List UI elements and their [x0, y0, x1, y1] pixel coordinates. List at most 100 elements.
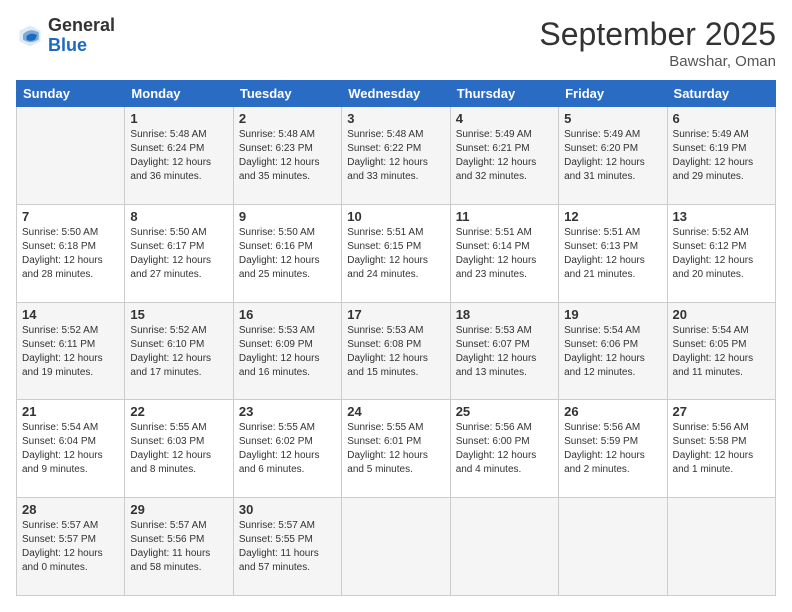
calendar-cell: 24Sunrise: 5:55 AM Sunset: 6:01 PM Dayli…	[342, 400, 450, 498]
day-number: 29	[130, 502, 227, 517]
day-number: 17	[347, 307, 444, 322]
cell-details: Sunrise: 5:55 AM Sunset: 6:01 PM Dayligh…	[347, 422, 428, 475]
day-number: 14	[22, 307, 119, 322]
cell-details: Sunrise: 5:53 AM Sunset: 6:07 PM Dayligh…	[456, 325, 537, 378]
cell-details: Sunrise: 5:50 AM Sunset: 6:17 PM Dayligh…	[130, 227, 211, 280]
logo-blue: Blue	[48, 35, 87, 55]
calendar-week-3: 14 Sunrise: 5:52 AM Sunset: 6:11 PM Dayli…	[17, 302, 776, 400]
calendar-week-1: 1 Sunrise: 5:48 AM Sunset: 6:24 PM Daylig…	[17, 107, 776, 205]
day-number: 27	[673, 404, 770, 419]
calendar-cell: 2Sunrise: 5:48 AM Sunset: 6:23 PM Daylig…	[233, 107, 341, 205]
day-number: 2	[239, 111, 336, 126]
calendar-cell: 3 Sunrise: 5:48 AM Sunset: 6:22 PM Daylig…	[342, 107, 450, 205]
cell-details: Sunrise: 5:54 AM Sunset: 6:06 PM Dayligh…	[564, 325, 645, 378]
calendar-cell: 8 Sunrise: 5:50 AM Sunset: 6:17 PM Daylig…	[125, 204, 233, 302]
logo: General Blue	[16, 16, 115, 56]
day-number: 9	[239, 209, 336, 224]
day-number: 20	[673, 307, 770, 322]
cell-details: Sunrise: 5:48 AM Sunset: 6:22 PM Dayligh…	[347, 129, 428, 182]
day-number: 28	[22, 502, 119, 517]
calendar-cell	[559, 498, 667, 596]
day-header-sunday: Sunday	[17, 81, 125, 107]
calendar-cell: 16Sunrise: 5:53 AM Sunset: 6:09 PM Dayli…	[233, 302, 341, 400]
location: Bawshar, Oman	[539, 53, 776, 70]
cell-details: Sunrise: 5:53 AM Sunset: 6:08 PM Dayligh…	[347, 325, 428, 378]
cell-details: Sunrise: 5:50 AM Sunset: 6:18 PM Dayligh…	[22, 227, 103, 280]
day-number: 11	[456, 209, 553, 224]
calendar-cell	[17, 107, 125, 205]
day-number: 3	[347, 111, 444, 126]
day-number: 7	[22, 209, 119, 224]
cell-details: Sunrise: 5:49 AM Sunset: 6:21 PM Dayligh…	[456, 129, 537, 182]
day-header-tuesday: Tuesday	[233, 81, 341, 107]
calendar-cell: 26 Sunrise: 5:56 AM Sunset: 5:59 PM Dayli…	[559, 400, 667, 498]
day-number: 22	[130, 404, 227, 419]
calendar-cell: 4 Sunrise: 5:49 AM Sunset: 6:21 PM Daylig…	[450, 107, 558, 205]
cell-details: Sunrise: 5:52 AM Sunset: 6:11 PM Dayligh…	[22, 325, 103, 378]
cell-details: Sunrise: 5:57 AM Sunset: 5:56 PM Dayligh…	[130, 520, 210, 573]
calendar-cell: 30 Sunrise: 5:57 AM Sunset: 5:55 PM Dayli…	[233, 498, 341, 596]
cell-details: Sunrise: 5:52 AM Sunset: 6:12 PM Dayligh…	[673, 227, 754, 280]
cell-details: Sunrise: 5:51 AM Sunset: 6:15 PM Dayligh…	[347, 227, 428, 280]
cell-details: Sunrise: 5:54 AM Sunset: 6:04 PM Dayligh…	[22, 422, 103, 475]
cell-details: Sunrise: 5:48 AM Sunset: 6:24 PM Dayligh…	[130, 129, 211, 182]
month-title: September 2025	[539, 16, 776, 53]
calendar-cell: 23 Sunrise: 5:55 AM Sunset: 6:02 PM Dayli…	[233, 400, 341, 498]
calendar-cell: 27 Sunrise: 5:56 AM Sunset: 5:58 PM Dayli…	[667, 400, 775, 498]
day-number: 6	[673, 111, 770, 126]
calendar-cell: 15 Sunrise: 5:52 AM Sunset: 6:10 PM Dayli…	[125, 302, 233, 400]
logo-icon	[16, 22, 44, 50]
calendar-cell: 5Sunrise: 5:49 AM Sunset: 6:20 PM Daylig…	[559, 107, 667, 205]
day-number: 8	[130, 209, 227, 224]
calendar-cell: 29 Sunrise: 5:57 AM Sunset: 5:56 PM Dayli…	[125, 498, 233, 596]
calendar-cell: 22 Sunrise: 5:55 AM Sunset: 6:03 PM Dayli…	[125, 400, 233, 498]
day-number: 21	[22, 404, 119, 419]
cell-details: Sunrise: 5:56 AM Sunset: 5:59 PM Dayligh…	[564, 422, 645, 475]
calendar-cell: 19Sunrise: 5:54 AM Sunset: 6:06 PM Dayli…	[559, 302, 667, 400]
day-number: 1	[130, 111, 227, 126]
calendar-cell	[342, 498, 450, 596]
day-number: 10	[347, 209, 444, 224]
cell-details: Sunrise: 5:52 AM Sunset: 6:10 PM Dayligh…	[130, 325, 211, 378]
calendar-table: SundayMondayTuesdayWednesdayThursdayFrid…	[16, 80, 776, 596]
cell-details: Sunrise: 5:57 AM Sunset: 5:57 PM Dayligh…	[22, 520, 103, 573]
cell-details: Sunrise: 5:55 AM Sunset: 6:02 PM Dayligh…	[239, 422, 320, 475]
header: General Blue September 2025 Bawshar, Oma…	[16, 16, 776, 70]
cell-details: Sunrise: 5:56 AM Sunset: 5:58 PM Dayligh…	[673, 422, 754, 475]
cell-details: Sunrise: 5:50 AM Sunset: 6:16 PM Dayligh…	[239, 227, 320, 280]
cell-details: Sunrise: 5:51 AM Sunset: 6:14 PM Dayligh…	[456, 227, 537, 280]
cell-details: Sunrise: 5:55 AM Sunset: 6:03 PM Dayligh…	[130, 422, 211, 475]
calendar-cell: 21 Sunrise: 5:54 AM Sunset: 6:04 PM Dayli…	[17, 400, 125, 498]
calendar-week-4: 21 Sunrise: 5:54 AM Sunset: 6:04 PM Dayli…	[17, 400, 776, 498]
calendar-cell: 1 Sunrise: 5:48 AM Sunset: 6:24 PM Daylig…	[125, 107, 233, 205]
calendar-cell: 6Sunrise: 5:49 AM Sunset: 6:19 PM Daylig…	[667, 107, 775, 205]
day-number: 15	[130, 307, 227, 322]
day-number: 26	[564, 404, 661, 419]
calendar-week-2: 7 Sunrise: 5:50 AM Sunset: 6:18 PM Daylig…	[17, 204, 776, 302]
calendar-cell: 28 Sunrise: 5:57 AM Sunset: 5:57 PM Dayli…	[17, 498, 125, 596]
day-header-monday: Monday	[125, 81, 233, 107]
day-number: 23	[239, 404, 336, 419]
calendar-cell: 13Sunrise: 5:52 AM Sunset: 6:12 PM Dayli…	[667, 204, 775, 302]
day-header-friday: Friday	[559, 81, 667, 107]
day-number: 4	[456, 111, 553, 126]
day-number: 30	[239, 502, 336, 517]
day-number: 18	[456, 307, 553, 322]
page: General Blue September 2025 Bawshar, Oma…	[0, 0, 792, 612]
calendar-cell: 10 Sunrise: 5:51 AM Sunset: 6:15 PM Dayli…	[342, 204, 450, 302]
calendar-cell	[450, 498, 558, 596]
cell-details: Sunrise: 5:57 AM Sunset: 5:55 PM Dayligh…	[239, 520, 319, 573]
day-header-wednesday: Wednesday	[342, 81, 450, 107]
calendar-cell: 11 Sunrise: 5:51 AM Sunset: 6:14 PM Dayli…	[450, 204, 558, 302]
day-number: 25	[456, 404, 553, 419]
cell-details: Sunrise: 5:56 AM Sunset: 6:00 PM Dayligh…	[456, 422, 537, 475]
cell-details: Sunrise: 5:49 AM Sunset: 6:20 PM Dayligh…	[564, 129, 645, 182]
calendar-header-row: SundayMondayTuesdayWednesdayThursdayFrid…	[17, 81, 776, 107]
calendar-week-5: 28 Sunrise: 5:57 AM Sunset: 5:57 PM Dayli…	[17, 498, 776, 596]
day-header-saturday: Saturday	[667, 81, 775, 107]
title-block: September 2025 Bawshar, Oman	[539, 16, 776, 70]
calendar-cell: 25 Sunrise: 5:56 AM Sunset: 6:00 PM Dayli…	[450, 400, 558, 498]
calendar-cell: 12Sunrise: 5:51 AM Sunset: 6:13 PM Dayli…	[559, 204, 667, 302]
day-number: 12	[564, 209, 661, 224]
calendar-cell: 7 Sunrise: 5:50 AM Sunset: 6:18 PM Daylig…	[17, 204, 125, 302]
